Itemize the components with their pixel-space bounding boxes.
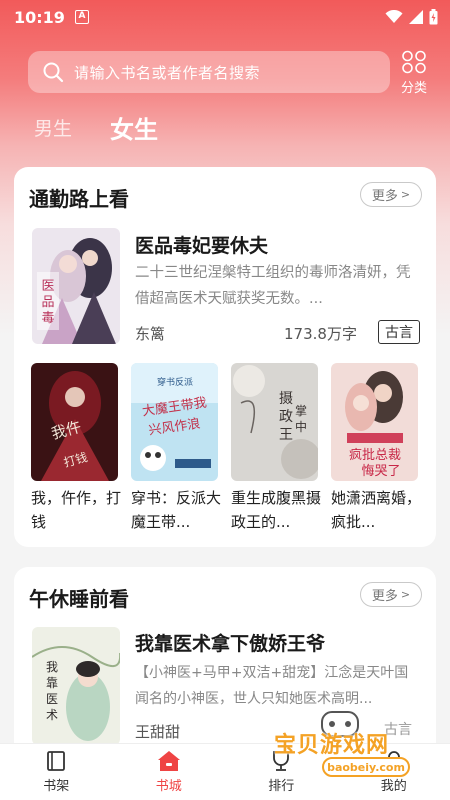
grid-book-title: 穿书：反派大魔王带... <box>131 489 222 531</box>
home-icon <box>157 751 180 771</box>
category-label: 分类 <box>400 81 427 96</box>
watermark-url: baobeiy.com <box>322 757 410 777</box>
book-genre-tag: 古言 <box>378 320 420 344</box>
svg-text:医: 医 <box>41 279 54 294</box>
book-cover: 摄 政 王 掌 中 <box>231 363 318 481</box>
signal-icon <box>409 10 423 24</box>
book-title[interactable]: 我靠医术拿下傲娇王爷 <box>135 629 325 656</box>
tab-male[interactable]: 男生 <box>34 114 72 141</box>
search-placeholder: 请输入书名或者作者名搜索 <box>74 63 261 82</box>
book-cover-art: 摄 政 王 掌 中 <box>231 363 318 481</box>
grid-icon <box>402 50 426 74</box>
tab-label: 排行 <box>268 779 295 794</box>
grid-book-title: 我，仵作，打钱 <box>31 489 122 531</box>
tab-label: 我的 <box>380 779 407 794</box>
grid-book-item[interactable]: 我仵 打钱 我，仵作，打钱 <box>31 363 121 534</box>
svg-text:王: 王 <box>279 427 293 443</box>
section-title: 通勤路上看 <box>29 187 129 211</box>
book-word-count: 173.8万字 <box>284 325 357 343</box>
tab-label: 书架 <box>43 779 70 794</box>
grid-book-item[interactable]: 疯批总裁 悔哭了 她潇洒离婚，疯批... <box>331 363 421 534</box>
bookshelf-icon <box>47 751 66 771</box>
svg-text:毒: 毒 <box>41 311 54 326</box>
tab-female[interactable]: 女生 <box>110 110 158 145</box>
section-card-commute: 通勤路上看 更多 > 医 品 毒 医品毒妃要休夫 二十三世纪涅槃特工组织的毒师洛清… <box>14 167 436 547</box>
book-description: 二十三世纪涅槃特工组织的毒师洛清妍，凭借超高医术天赋获奖无数。... <box>135 265 411 307</box>
book-cover-art: 穿书反派 大魔王带我 兴风作浪 <box>131 363 218 481</box>
tab-bookshelf[interactable]: 书架 <box>0 744 113 800</box>
more-label: 更多 <box>371 589 398 604</box>
svg-text:靠: 靠 <box>46 676 58 690</box>
svg-text:摄: 摄 <box>279 391 293 407</box>
grid-book-title: 重生成腹黑摄政王的... <box>231 489 322 531</box>
search-icon <box>43 62 64 83</box>
svg-text:穿书反派: 穿书反派 <box>157 376 193 388</box>
grid-book-item[interactable]: 摄 政 王 掌 中 重生成腹黑摄政王的... <box>231 363 321 534</box>
svg-text:政: 政 <box>279 409 293 425</box>
notification-app-icon: A <box>74 10 89 24</box>
book-cover[interactable]: 医 品 毒 <box>32 228 120 344</box>
book-cover[interactable]: 我 靠 医 术 <box>32 627 120 745</box>
more-label: 更多 <box>371 189 398 204</box>
svg-text:术: 术 <box>46 708 58 722</box>
book-cover-art: 我 靠 医 术 <box>32 627 120 745</box>
grid-book-item[interactable]: 穿书反派 大魔王带我 兴风作浪 穿书：反派大魔王带... <box>131 363 221 534</box>
search-input[interactable]: 请输入书名或者作者名搜索 <box>28 51 390 93</box>
svg-text:疯批总裁: 疯批总裁 <box>349 447 401 463</box>
svg-text:掌: 掌 <box>295 404 307 418</box>
book-cover: 我仵 打钱 <box>31 363 118 481</box>
more-button[interactable]: 更多 > <box>360 182 422 207</box>
battery-icon <box>429 9 438 25</box>
book-title[interactable]: 医品毒妃要休夫 <box>135 231 268 258</box>
svg-text:我: 我 <box>46 660 58 674</box>
wifi-icon <box>385 10 403 23</box>
status-icons <box>385 9 438 25</box>
chevron-right-icon: > <box>400 188 411 201</box>
grid-book-title: 她潇洒离婚，疯批... <box>331 489 422 531</box>
book-author: 王甜甜 <box>135 723 181 741</box>
chevron-right-icon: > <box>400 588 411 601</box>
category-button[interactable]: 分类 <box>394 50 434 96</box>
section-title: 午休睡前看 <box>29 587 129 611</box>
status-time: 10:19 <box>14 7 65 27</box>
tab-label: 书城 <box>155 779 182 794</box>
svg-text:悔哭了: 悔哭了 <box>361 464 400 479</box>
svg-text:品: 品 <box>41 295 54 310</box>
book-cover-art: 医 品 毒 <box>32 228 120 344</box>
tab-bookstore[interactable]: 书城 <box>113 744 226 800</box>
book-cover: 疯批总裁 悔哭了 <box>331 363 418 481</box>
svg-text:医: 医 <box>46 692 58 706</box>
status-bar: 10:19 A <box>0 0 450 34</box>
book-cover-art: 疯批总裁 悔哭了 <box>331 363 418 481</box>
book-cover: 穿书反派 大魔王带我 兴风作浪 <box>131 363 218 481</box>
watermark-text: 宝贝游戏网 <box>274 733 390 758</box>
more-button[interactable]: 更多 > <box>360 582 422 607</box>
svg-text:中: 中 <box>295 419 307 434</box>
book-description: 【小神医+马甲+双洁+甜宠】江念是天叶国闻名的小神医，世人只知她医术高明... <box>135 665 409 707</box>
book-cover-art: 我仵 打钱 <box>31 363 118 481</box>
book-author: 东篱 <box>135 325 166 343</box>
